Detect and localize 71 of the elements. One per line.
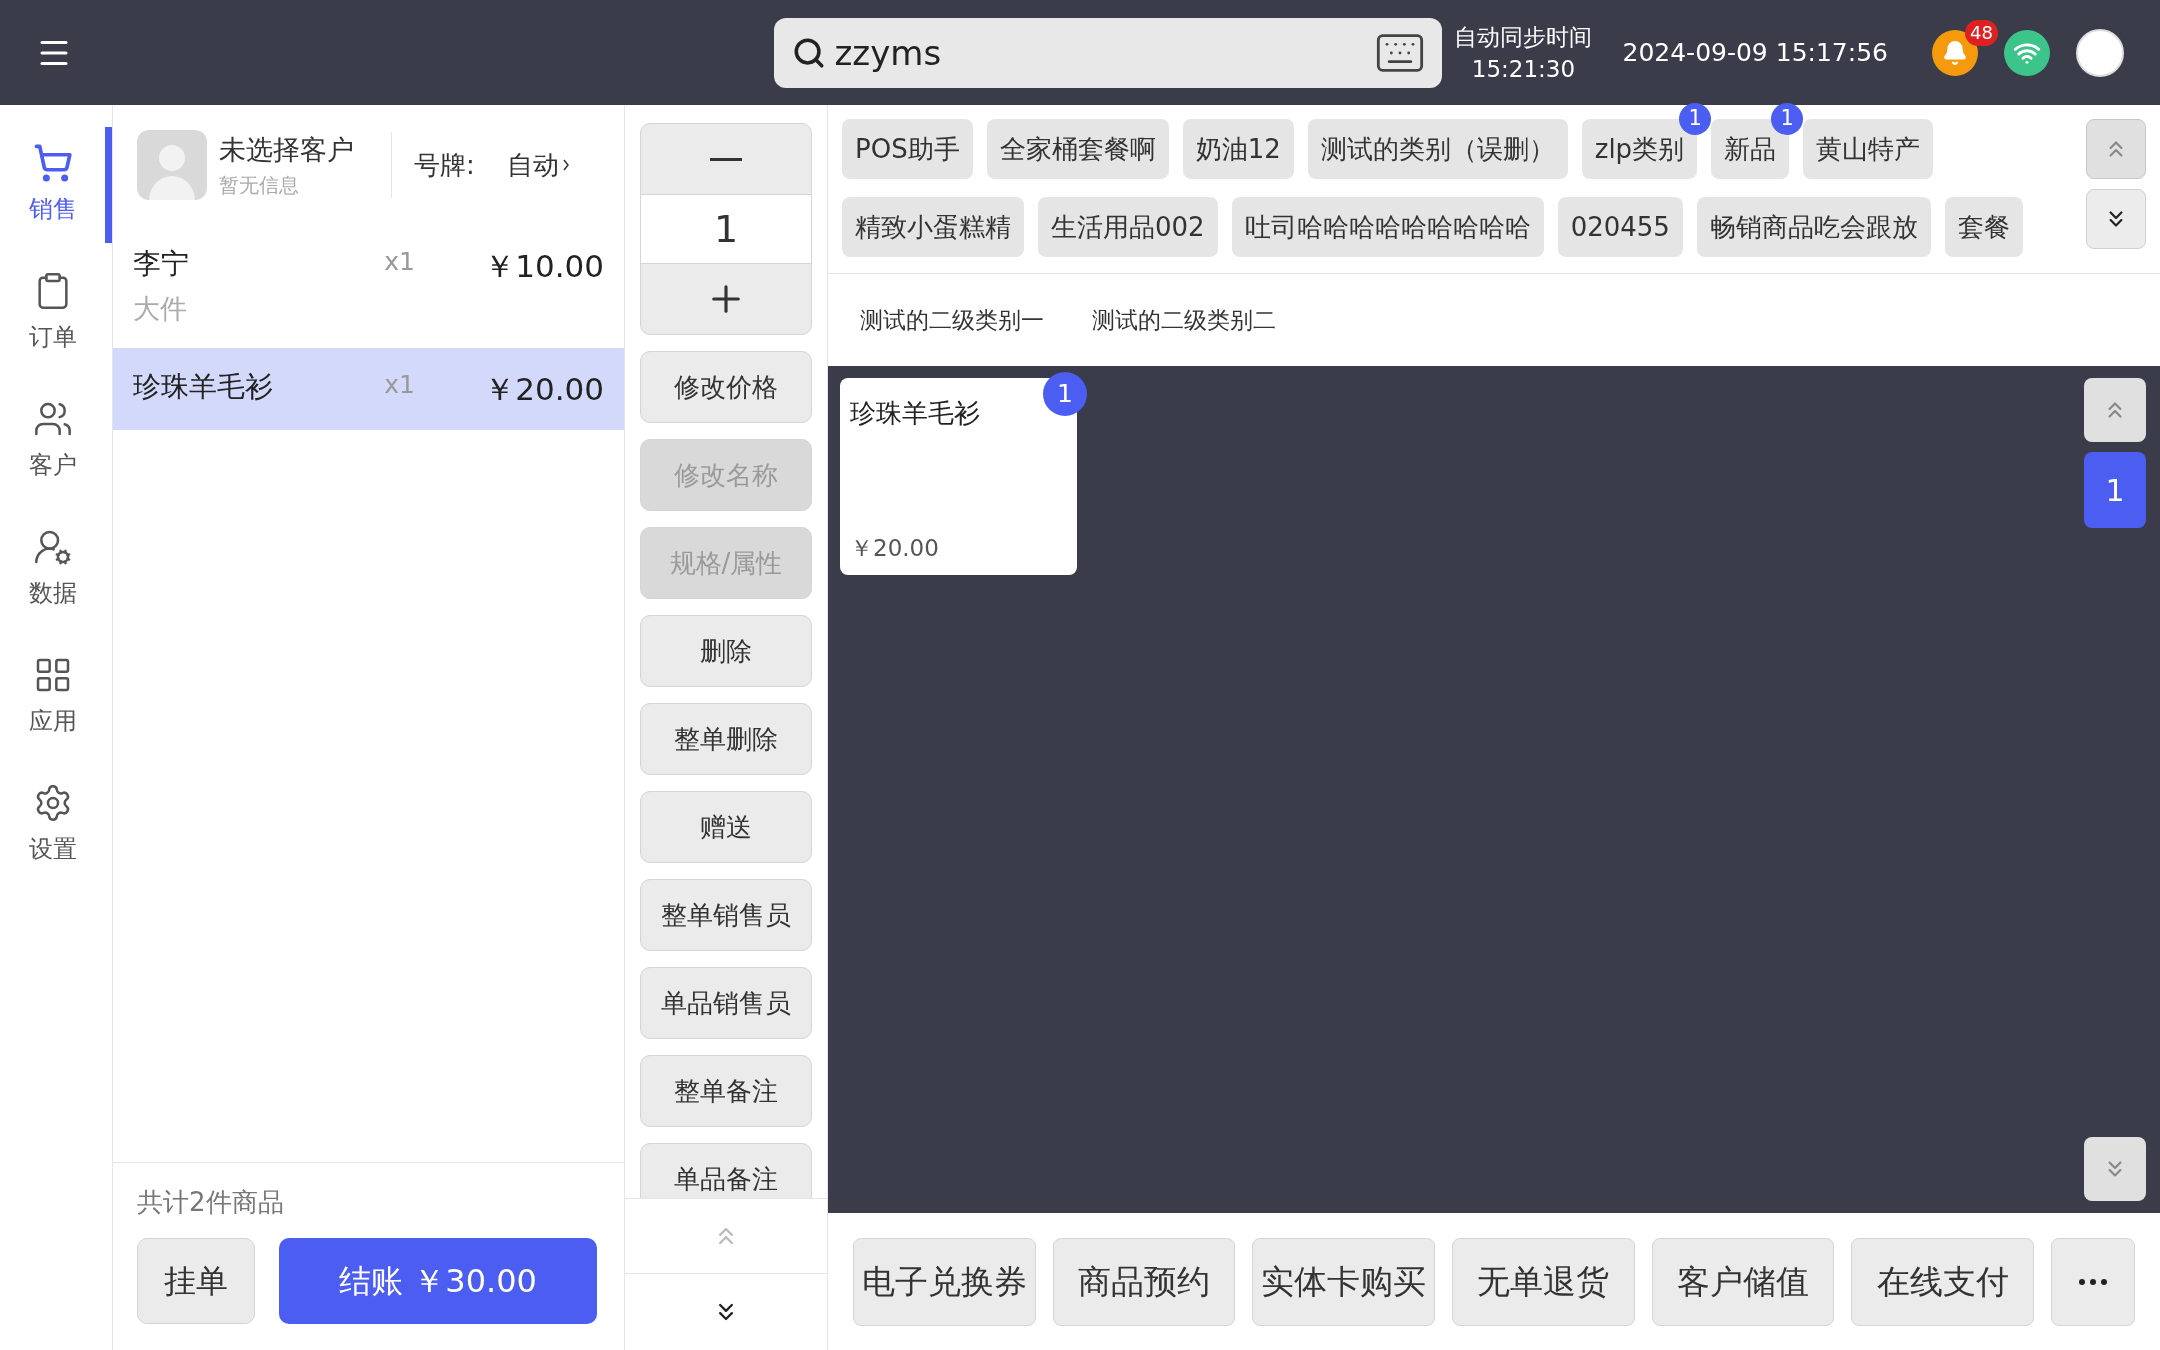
order-row[interactable]: 珍珠羊毛衫 x1 ￥20.00 (113, 347, 624, 430)
function-button[interactable]: 在线支付 (1851, 1237, 2035, 1326)
category-tag[interactable]: 畅销商品吃会跟放 (1696, 197, 1931, 257)
search-icon (792, 35, 827, 70)
item-quantity: x1 (384, 246, 416, 278)
category-tag[interactable]: 测试的类别（误删） (1307, 119, 1568, 179)
nav-item[interactable]: 订单 (0, 255, 112, 371)
product-name: 珍珠羊毛衫 (850, 397, 981, 430)
count-badge: 1 (1679, 103, 1712, 135)
category-tag[interactable]: 套餐 (1944, 197, 2023, 257)
category-tag[interactable]: 全家桶套餐啊 (986, 119, 1169, 179)
more-icon (2079, 1278, 2108, 1285)
checkout-button[interactable]: 结账 ￥30.00 (279, 1238, 597, 1324)
current-datetime: 2024-09-09 15:17:56 (1622, 36, 1888, 69)
item-price: ￥20.00 (484, 369, 604, 409)
category-tag[interactable]: 020455 (1557, 197, 1683, 257)
subcategory-tab[interactable]: 测试的二级类别一 (860, 302, 1044, 338)
item-name: 李宁 (133, 246, 190, 282)
product-price: ￥20.00 (850, 533, 940, 563)
action-button[interactable]: 整单销售员 (640, 879, 812, 951)
action-button[interactable]: 单品备注 (640, 1143, 812, 1198)
chevron-icon (562, 159, 569, 171)
minus-icon (710, 157, 742, 161)
action-button[interactable]: 赠送 (640, 791, 812, 863)
item-name: 珍珠羊毛衫 (133, 368, 274, 405)
page-up-button[interactable] (2084, 378, 2146, 442)
item-price: ￥10.00 (484, 247, 604, 286)
wifi-icon (2004, 29, 2050, 76)
scroll-up-button[interactable] (2086, 119, 2146, 179)
nav-item[interactable]: 客户 (0, 383, 112, 499)
function-button[interactable]: 无单退货 (1452, 1237, 1635, 1326)
action-button[interactable]: 修改价格 (640, 351, 812, 423)
category-tag[interactable]: 黄山特产 (1803, 119, 1934, 179)
category-tag[interactable]: 生活用品002 (1038, 197, 1218, 257)
sync-label: 自动同步时间 (1454, 22, 1593, 52)
category-tag[interactable]: 吐司哈哈哈哈哈哈哈哈哈 (1231, 197, 1544, 257)
action-button[interactable]: 整单备注 (640, 1055, 812, 1127)
function-button[interactable]: 实体卡购买 (1252, 1237, 1436, 1326)
item-note: 大件 (133, 292, 188, 326)
scroll-down-button[interactable] (2086, 189, 2146, 249)
quantity-value[interactable]: 1 (641, 194, 811, 264)
action-button[interactable]: 整单删除 (640, 703, 812, 775)
count-badge: 1 (1771, 103, 1804, 135)
customer-info: 暂无信息 (219, 172, 300, 200)
item-quantity: x1 (384, 368, 416, 401)
subcategory-tab[interactable]: 测试的二级类别二 (1092, 302, 1276, 338)
customer-name[interactable]: 未选择客户 (219, 129, 379, 171)
number-label: 号牌: (414, 148, 475, 182)
nav-item[interactable]: 设置 (0, 767, 112, 883)
count-badge: 1 (1043, 372, 1087, 416)
cart-icon (32, 143, 73, 183)
action-button[interactable]: 单品销售员 (640, 967, 812, 1039)
function-button[interactable]: 客户储值 (1651, 1237, 1835, 1326)
avatar-icon (137, 130, 207, 200)
page-number[interactable]: 1 (2084, 452, 2146, 528)
sync-time: 15:21:30 (1471, 54, 1576, 84)
category-tag[interactable]: 精致小蛋糕精 (842, 197, 1024, 257)
nav-item[interactable]: 应用 (0, 639, 112, 755)
hold-order-button[interactable]: 挂单 (137, 1238, 255, 1324)
nav-item[interactable]: 数据 (0, 511, 112, 627)
notification-count: 48 (1965, 19, 1998, 46)
function-button[interactable]: 电子兑换券 (853, 1237, 1036, 1326)
action-button[interactable]: 删除 (640, 615, 812, 687)
function-button[interactable]: 商品预约 (1052, 1237, 1236, 1326)
category-tag[interactable]: POS助手 (842, 119, 973, 179)
item-count: 共计2件商品 (137, 1186, 285, 1219)
page-down-button[interactable] (2084, 1137, 2146, 1201)
search-field[interactable]: zzyms (774, 17, 1443, 88)
category-tag[interactable]: 奶油12 (1182, 119, 1294, 179)
logo-placeholder[interactable] (2076, 28, 2124, 77)
number-selector[interactable]: 自动 (506, 145, 569, 185)
